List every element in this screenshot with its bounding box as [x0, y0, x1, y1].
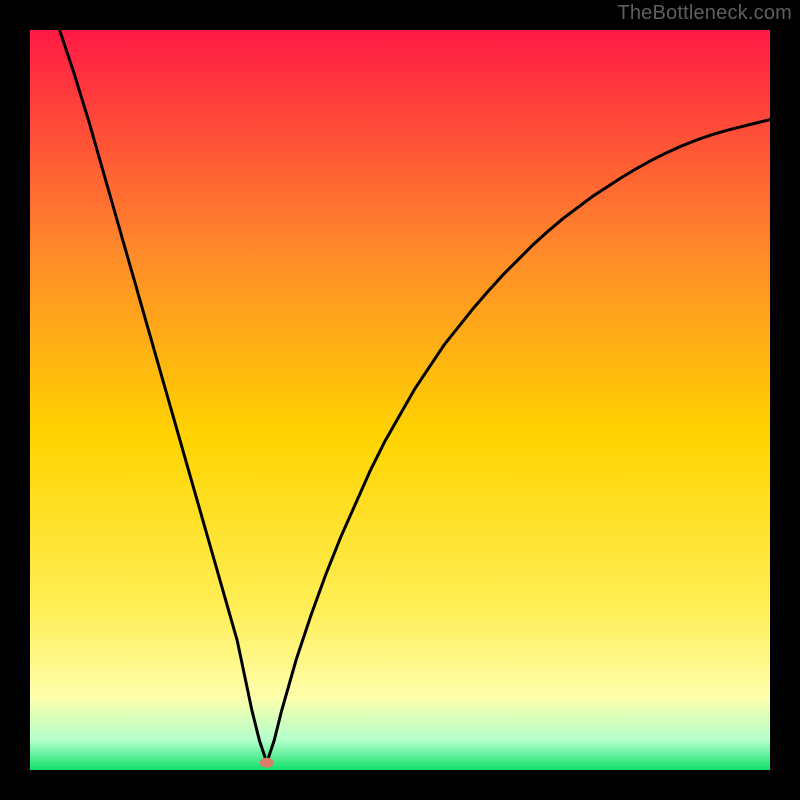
bottleneck-plot — [0, 0, 800, 800]
watermark-text: TheBottleneck.com — [617, 2, 792, 25]
chart-frame: TheBottleneck.com — [0, 0, 800, 800]
gradient-plot-area — [30, 30, 770, 770]
optimal-point-marker — [260, 758, 274, 768]
